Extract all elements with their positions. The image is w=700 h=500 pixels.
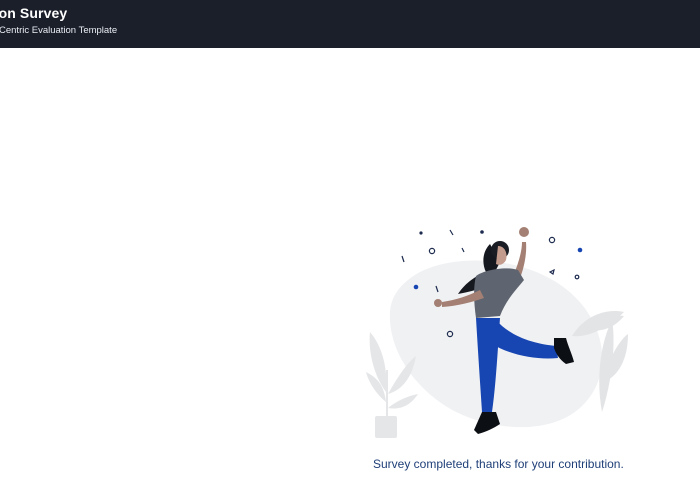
confetti-dot: [413, 284, 419, 290]
confetti-dot: [419, 231, 423, 235]
celebrating-person-icon: [366, 227, 628, 438]
completion-message: Survey completed, thanks for your contri…: [373, 457, 624, 471]
confetti-dot: [480, 230, 484, 234]
survey-header: ction Survey mer Centric Evaluation Temp…: [0, 0, 700, 48]
survey-title: ction Survey: [0, 5, 68, 21]
confetti-dot: [577, 247, 583, 253]
survey-subtitle: mer Centric Evaluation Template: [0, 25, 118, 36]
